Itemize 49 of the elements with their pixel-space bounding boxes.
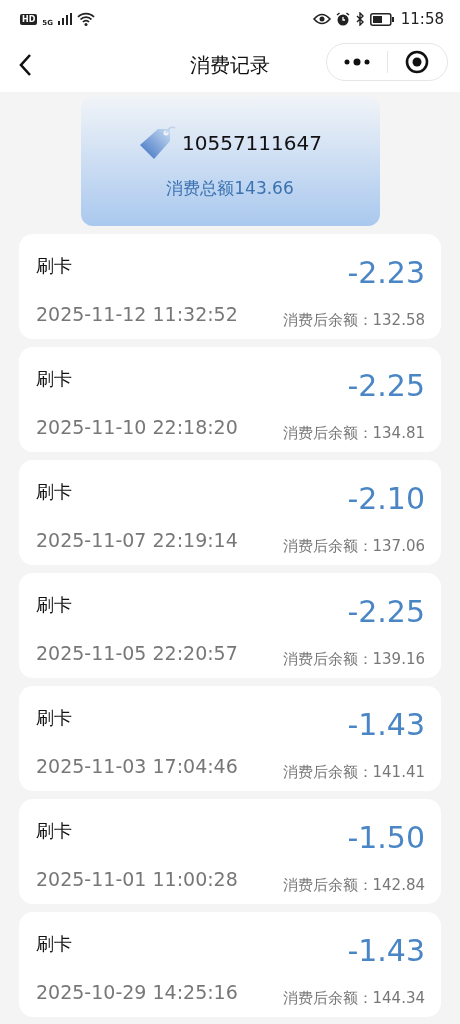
bluetooth-icon (354, 12, 365, 26)
signal-icon (57, 13, 72, 25)
record-time: 2025-10-29 14:25:16 (36, 980, 239, 1005)
more-icon (343, 58, 370, 66)
record-balance: 消费后余额：144.34 (282, 989, 425, 1009)
record-balance: 消费后余额：134.81 (282, 424, 425, 444)
battery-icon (369, 12, 394, 26)
record-type: 刷卡 (36, 706, 73, 730)
record-amount: -1.43 (347, 710, 425, 744)
record-amount: -1.50 (347, 823, 425, 857)
record-card[interactable]: 刷卡 -2.25 2025-11-10 22:18:20 消费后余额：134.81 (19, 347, 441, 452)
eye-icon (312, 13, 331, 25)
record-time: 2025-11-10 22:18:20 (36, 415, 239, 440)
status-time: 11:58 (400, 10, 444, 28)
record-balance: 消费后余额：132.58 (282, 311, 425, 331)
record-amount: -1.43 (347, 936, 425, 970)
page-title: 消费记录 (189, 51, 271, 79)
record-time: 2025-11-05 22:20:57 (36, 641, 239, 666)
hd-badge: HD (20, 13, 38, 25)
target-icon (405, 50, 430, 74)
record-type: 刷卡 (36, 819, 73, 843)
record-amount: -2.23 (347, 258, 425, 292)
total-amount: 消费总额143.66 (166, 176, 294, 200)
back-icon[interactable] (18, 53, 32, 77)
record-balance: 消费后余额：142.84 (282, 876, 425, 896)
record-card[interactable]: 刷卡 -2.10 2025-11-07 22:19:14 消费后余额：137.06 (19, 460, 441, 565)
record-time: 2025-11-03 17:04:46 (36, 754, 239, 779)
wifi-icon (76, 12, 95, 26)
record-balance: 消费后余额：139.16 (282, 650, 425, 670)
record-type: 刷卡 (36, 593, 73, 617)
record-time: 2025-11-12 11:32:52 (36, 302, 239, 327)
record-time: 2025-11-07 22:19:14 (36, 528, 239, 553)
record-card[interactable]: 刷卡 -2.25 2025-11-05 22:20:57 消费后余额：139.16 (19, 573, 441, 678)
record-amount: -2.25 (347, 597, 425, 631)
card-number: 10557111647 (182, 130, 322, 155)
record-card[interactable]: 刷卡 -2.23 2025-11-12 11:32:52 消费后余额：132.58 (19, 234, 441, 339)
record-balance: 消费后余额：141.41 (282, 763, 425, 783)
record-amount: -2.25 (347, 371, 425, 405)
alarm-icon (335, 12, 350, 26)
record-card[interactable]: 刷卡 -1.43 2025-10-29 14:25:16 消费后余额：144.34 (19, 912, 441, 1017)
record-type: 刷卡 (36, 480, 73, 504)
record-amount: -2.10 (347, 484, 425, 518)
record-type: 刷卡 (36, 367, 73, 391)
record-time: 2025-11-01 11:00:28 (36, 867, 239, 892)
record-type: 刷卡 (36, 932, 73, 956)
record-card[interactable]: 刷卡 -1.43 2025-11-03 17:04:46 消费后余额：141.41 (19, 686, 441, 791)
record-card[interactable]: 刷卡 -1.50 2025-11-01 11:00:28 消费后余额：142.84 (19, 799, 441, 904)
record-type: 刷卡 (36, 254, 73, 278)
record-balance: 消费后余额：137.06 (282, 537, 425, 557)
